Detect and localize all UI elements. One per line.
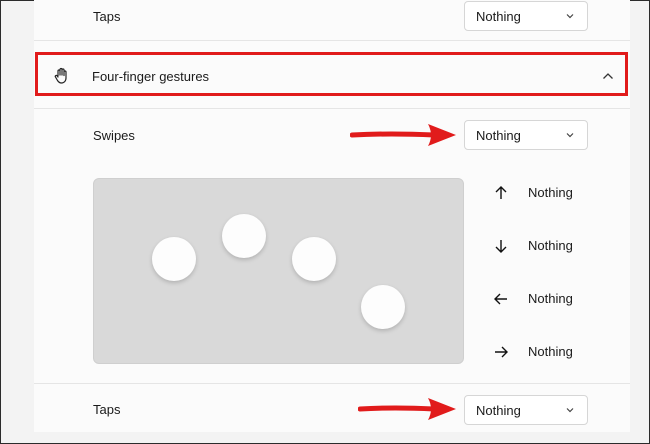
chevron-down-icon <box>566 14 574 19</box>
swipe-right-value: Nothing <box>528 344 573 359</box>
finger-dot <box>361 285 405 329</box>
taps-dropdown-bottom-value: Nothing <box>476 402 521 418</box>
taps-label-top: Taps <box>93 9 121 24</box>
annotation-arrow-swipes <box>350 124 456 146</box>
divider <box>34 383 630 384</box>
finger-dot <box>292 237 336 281</box>
taps-dropdown-top-value: Nothing <box>476 8 521 24</box>
annotation-arrow-taps <box>358 398 456 420</box>
arrow-right-icon <box>495 346 508 358</box>
swipe-left-value: Nothing <box>528 291 573 306</box>
swipes-dropdown-value: Nothing <box>476 127 521 143</box>
chevron-down-icon <box>566 133 574 138</box>
chevron-down-icon <box>566 408 574 413</box>
swipe-down-value: Nothing <box>528 238 573 253</box>
swipe-up-value: Nothing <box>528 185 573 200</box>
arrow-down-icon <box>495 240 507 253</box>
arrow-left-icon <box>494 293 507 305</box>
section-title: Four-finger gestures <box>92 69 210 84</box>
finger-dot <box>152 237 196 281</box>
arrow-up-icon <box>495 186 507 199</box>
swipes-dropdown[interactable]: Nothing <box>464 120 588 150</box>
chevron-up-icon[interactable] <box>602 72 614 80</box>
taps-dropdown-bottom[interactable]: Nothing <box>464 395 588 425</box>
taps-label-bottom: Taps <box>93 402 121 417</box>
swipes-label: Swipes <box>93 128 135 143</box>
divider <box>34 108 630 109</box>
hand-icon <box>54 67 67 84</box>
taps-dropdown-top[interactable]: Nothing <box>464 1 588 31</box>
finger-dot <box>222 214 266 258</box>
touchpad-illustration <box>93 178 464 364</box>
divider <box>34 40 630 41</box>
